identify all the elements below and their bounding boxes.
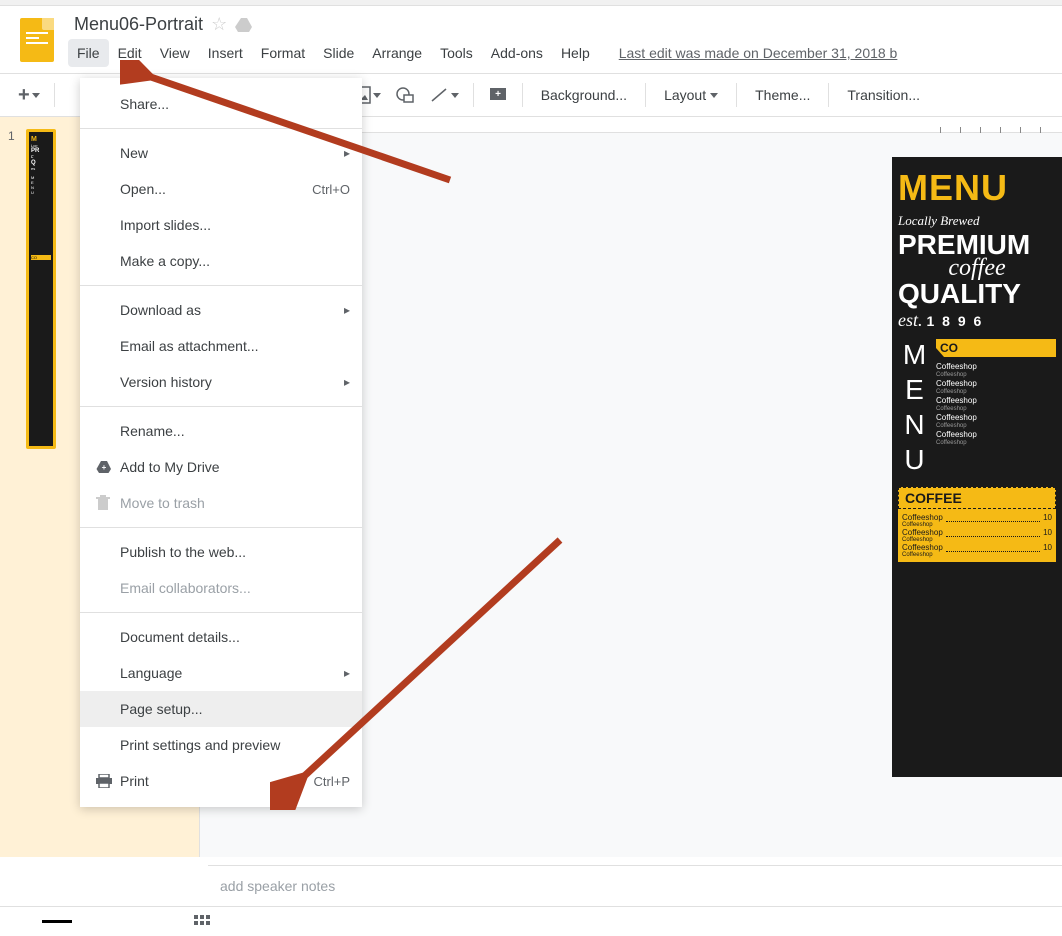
- menu-page-setup[interactable]: Page setup...: [80, 691, 362, 727]
- slide-quality: QUALITY: [898, 278, 1056, 310]
- bottom-icon-1[interactable]: [42, 920, 72, 923]
- menu-view[interactable]: View: [151, 39, 199, 67]
- menu-addons[interactable]: Add-ons: [482, 39, 552, 67]
- background-button[interactable]: Background...: [531, 81, 637, 109]
- menu-version-history[interactable]: Version history▸: [80, 364, 362, 400]
- theme-button[interactable]: Theme...: [745, 81, 820, 109]
- header: Menu06-Portrait ☆ File Edit View Insert …: [0, 6, 1062, 73]
- menu-edit[interactable]: Edit: [109, 39, 151, 67]
- last-edit-link[interactable]: Last edit was made on December 31, 2018 …: [619, 45, 898, 61]
- menubar: File Edit View Insert Format Slide Arran…: [68, 39, 1062, 73]
- layout-button[interactable]: Layout: [654, 81, 728, 109]
- slide-tagline: Locally Brewed: [898, 213, 1056, 229]
- drive-status-icon[interactable]: [235, 17, 253, 33]
- list-item: Coffeeshop: [936, 378, 1056, 389]
- slide-title: MENU: [898, 167, 1056, 209]
- svg-text:+: +: [102, 463, 107, 472]
- slide-est: est.: [898, 310, 923, 331]
- star-icon[interactable]: ☆: [211, 14, 227, 35]
- line-button[interactable]: [423, 82, 465, 108]
- list-item: Coffeeshop: [936, 412, 1056, 423]
- slide-banner-co: CO: [936, 339, 1056, 357]
- svg-text:+: +: [495, 89, 501, 100]
- transition-button[interactable]: Transition...: [837, 81, 930, 109]
- menu-file[interactable]: File: [68, 39, 109, 67]
- menu-document-details[interactable]: Document details...: [80, 619, 362, 655]
- menu-download-as[interactable]: Download as▸: [80, 292, 362, 328]
- menu-import-slides[interactable]: Import slides...: [80, 207, 362, 243]
- grid-view-icon[interactable]: [194, 915, 210, 929]
- list-item: Coffeeshop: [936, 395, 1056, 406]
- menu-new[interactable]: New▸: [80, 135, 362, 171]
- slide-coffee-banner: COFFEE: [898, 487, 1056, 509]
- shape-button[interactable]: [389, 82, 421, 108]
- bottom-bar: [0, 906, 1062, 936]
- comment-button[interactable]: +: [482, 82, 514, 108]
- menu-move-to-trash: Move to trash: [80, 485, 362, 521]
- drive-icon: +: [96, 460, 120, 474]
- menu-share[interactable]: Share...: [80, 86, 362, 122]
- menu-help[interactable]: Help: [552, 39, 599, 67]
- menu-make-copy[interactable]: Make a copy...: [80, 243, 362, 279]
- menu-email-attachment[interactable]: Email as attachment...: [80, 328, 362, 364]
- speaker-notes[interactable]: add speaker notes: [208, 865, 1062, 906]
- menu-slide[interactable]: Slide: [314, 39, 363, 67]
- slides-logo[interactable]: [20, 18, 60, 68]
- file-dropdown-menu: Share... New▸ Open...Ctrl+O Import slide…: [80, 78, 362, 807]
- menu-rename[interactable]: Rename...: [80, 413, 362, 449]
- slide-canvas[interactable]: MENU Locally Brewed PREMIUM coffee QUALI…: [892, 157, 1062, 777]
- list-item: Coffeeshop: [936, 361, 1056, 372]
- list-item: Coffeeshop: [936, 429, 1056, 440]
- thumbnail-slide-1[interactable]: M Loc PR c Q es M E N U CO: [26, 129, 56, 449]
- menu-print-settings[interactable]: Print settings and preview: [80, 727, 362, 763]
- new-slide-button[interactable]: +: [12, 80, 46, 111]
- menu-add-to-drive[interactable]: + Add to My Drive: [80, 449, 362, 485]
- menu-email-collaborators: Email collaborators...: [80, 570, 362, 606]
- menu-format[interactable]: Format: [252, 39, 314, 67]
- menu-language[interactable]: Language▸: [80, 655, 362, 691]
- menu-print[interactable]: PrintCtrl+P: [80, 763, 362, 799]
- menu-arrange[interactable]: Arrange: [363, 39, 431, 67]
- menu-publish-web[interactable]: Publish to the web...: [80, 534, 362, 570]
- thumbnail-number: 1: [8, 129, 20, 449]
- slide-vertical-menu: MENU: [898, 339, 930, 479]
- menu-insert[interactable]: Insert: [199, 39, 252, 67]
- menu-tools[interactable]: Tools: [431, 39, 482, 67]
- menu-open[interactable]: Open...Ctrl+O: [80, 171, 362, 207]
- trash-icon: [96, 495, 120, 511]
- print-icon: [96, 774, 120, 788]
- document-title[interactable]: Menu06-Portrait: [74, 14, 203, 35]
- slide-year: 1 8 9 6: [927, 313, 984, 329]
